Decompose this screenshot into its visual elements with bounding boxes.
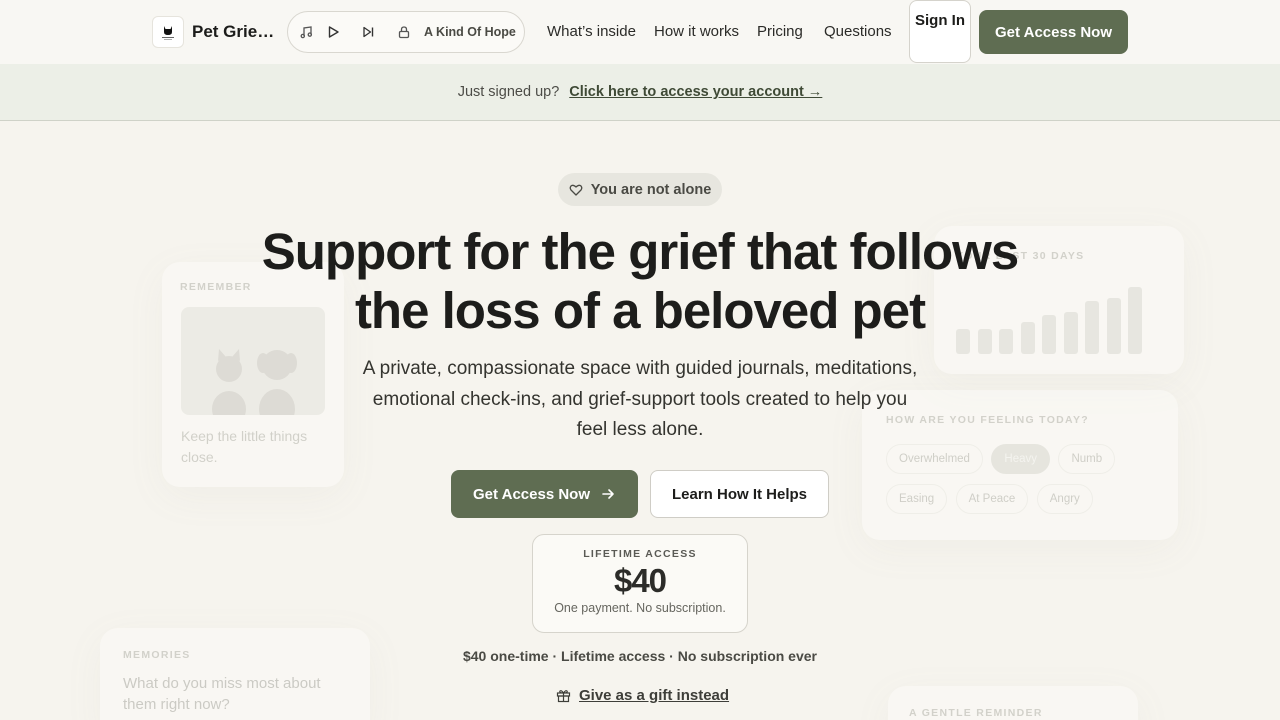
chip-at-peace[interactable]: At Peace <box>955 484 1029 514</box>
play-icon[interactable] <box>324 23 342 41</box>
primary-button-label: Get Access Now <box>473 485 590 503</box>
gift-label: Give as a gift instead <box>579 687 730 704</box>
nav-link-whats-inside[interactable]: What’s inside <box>547 23 636 40</box>
sign-in-button[interactable]: Sign In <box>909 0 971 63</box>
reminder-caption: A GENTLE REMINDER <box>909 707 1043 719</box>
mood-bar <box>1042 315 1056 354</box>
brand-logo[interactable] <box>152 16 184 48</box>
pricing-fineprint: $40 one-time · Lifetime access · No subs… <box>462 648 817 664</box>
price-label: LIFETIME ACCESS <box>583 548 697 560</box>
lock-icon <box>395 23 413 41</box>
mood-bar <box>1063 312 1078 354</box>
signup-banner: Just signed up? Click here to access you… <box>0 64 1280 121</box>
mood-bar <box>1085 301 1099 354</box>
nav-link-pricing[interactable]: Pricing <box>757 23 803 40</box>
get-access-hero-button[interactable]: Get Access Now <box>451 470 638 518</box>
price-amount: $40 <box>613 562 667 599</box>
access-account-link[interactable]: Click here to access your account → <box>569 84 822 100</box>
mood-bar <box>1106 298 1121 354</box>
chip-numb[interactable]: Numb <box>1058 444 1116 474</box>
not-alone-badge: You are not alone <box>558 173 722 206</box>
feeling-chips-row-1: Overwhelmed Heavy Numb <box>886 444 1119 474</box>
price-note: One payment. No subscription. <box>554 601 726 615</box>
track-title: A Kind Of Hope <box>424 25 516 39</box>
chip-heavy[interactable]: Heavy <box>991 444 1051 474</box>
badge-label: You are not alone <box>590 181 712 198</box>
hero-title: Support for the grief that follows the l… <box>261 223 1019 339</box>
chip-angry[interactable]: Angry <box>1036 484 1093 514</box>
memories-text: What do you miss most about them right n… <box>123 675 321 713</box>
nav-link-questions[interactable]: Questions <box>824 23 892 40</box>
top-nav: Pet Grief… A Kind Of Hope What’s inside … <box>0 0 1280 64</box>
get-access-nav-button[interactable]: Get Access Now <box>979 10 1128 54</box>
nav-link-how-it-works[interactable]: How it works <box>654 23 739 40</box>
music-player: A Kind Of Hope <box>287 11 525 53</box>
arrow-right-icon <box>602 489 614 499</box>
remember-text: Keep the little things close. <box>181 428 308 465</box>
learn-how-button[interactable]: Learn How It Helps <box>650 470 829 518</box>
chip-easing[interactable]: Easing <box>886 484 948 514</box>
hero-subtitle: A private, compassionate space with guid… <box>362 358 918 440</box>
banner-text: Just signed up? <box>457 84 560 100</box>
memories-card: MEMORIES What do you miss most about the… <box>100 628 370 720</box>
gift-icon <box>556 690 571 703</box>
heart-icon <box>569 184 583 196</box>
gentle-reminder-card: A GENTLE REMINDER <box>888 686 1138 720</box>
feeling-chips-row-2: Easing At Peace Angry <box>886 484 1097 514</box>
skip-next-icon[interactable] <box>359 23 377 41</box>
music-note-icon[interactable] <box>297 23 315 41</box>
brand-name[interactable]: Pet Grief… <box>192 22 276 42</box>
mood-bar <box>1128 287 1142 354</box>
cat-logo-icon <box>162 26 174 40</box>
gift-link[interactable]: Give as a gift instead <box>556 687 729 704</box>
lifetime-price-card: LIFETIME ACCESS $40 One payment. No subs… <box>532 534 748 633</box>
chip-overwhelmed[interactable]: Overwhelmed <box>886 444 983 474</box>
